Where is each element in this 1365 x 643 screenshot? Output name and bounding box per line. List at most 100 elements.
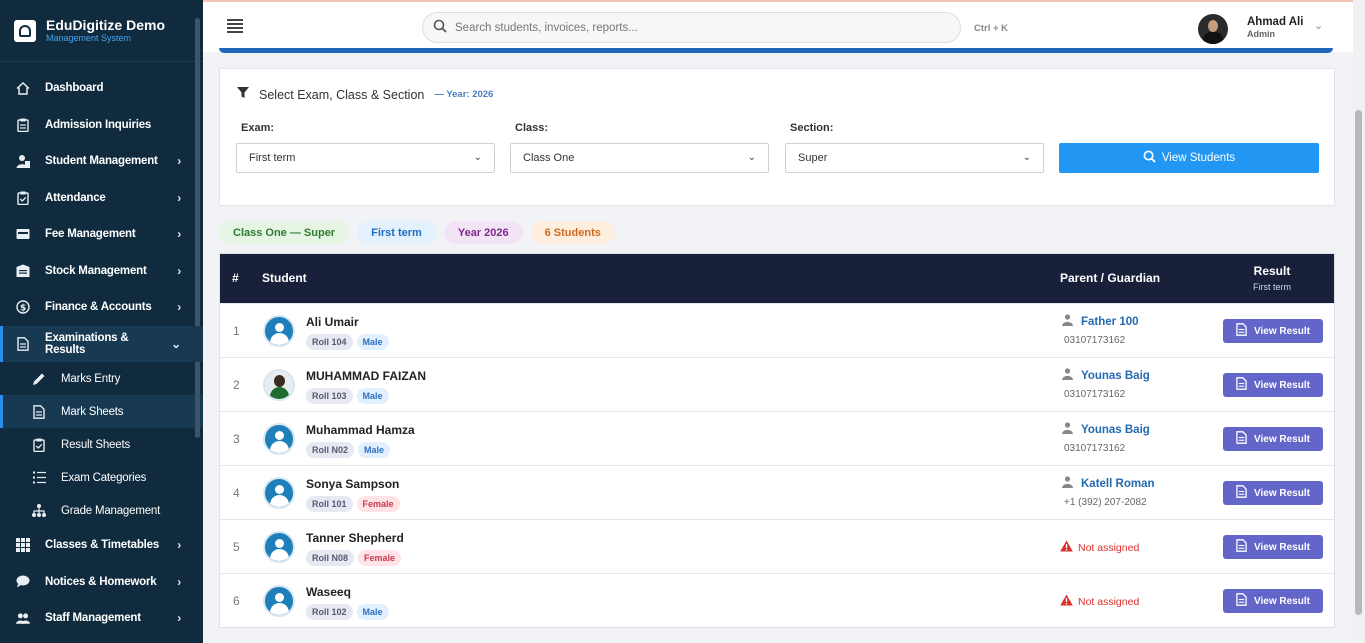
roll-badge: Roll 101: [306, 496, 353, 512]
sidebar-subitem-label: Marks Entry: [61, 372, 121, 385]
guardian-not-assigned: Not assigned: [1060, 540, 1139, 555]
col-result: Result First term: [1230, 264, 1314, 292]
sidebar-item-finance-accounts[interactable]: $ Finance & Accounts ›: [0, 289, 203, 326]
brand-title: EduDigitize Demo: [46, 17, 166, 33]
clipboard-icon: [16, 118, 30, 132]
chevron-right-icon: ›: [177, 611, 181, 626]
chevron-down-icon: ⌄: [1022, 152, 1031, 163]
sidebar-subitem-marks-entry[interactable]: Marks Entry: [0, 362, 203, 395]
sidebar-item-attendance[interactable]: Attendance ›: [0, 180, 203, 217]
view-result-button[interactable]: View Result: [1223, 373, 1323, 397]
gender-badge: Male: [356, 334, 389, 350]
sidebar-item-label: Examinations & Results: [45, 331, 129, 356]
gender-badge: Male: [356, 604, 389, 620]
summary-chip: Class One — Super: [219, 221, 350, 244]
document-icon: [1236, 431, 1247, 447]
student-tags: Roll 103 Male: [306, 388, 393, 404]
document-icon: [1236, 539, 1247, 555]
sidebar-item-examinations-results[interactable]: Examinations & Results ⌄: [0, 325, 203, 362]
sidebar-item-classes-timetables[interactable]: Classes & Timetables ›: [0, 527, 203, 564]
page-scrollbar[interactable]: [1353, 0, 1365, 643]
sidebar-item-label: Stock Management: [45, 264, 147, 277]
search-input[interactable]: [455, 21, 915, 34]
sitemap-icon: [32, 504, 46, 517]
warning-icon: [1060, 540, 1073, 555]
sidebar-item-admission-inquiries[interactable]: Admission Inquiries: [0, 107, 203, 144]
view-result-label: View Result: [1254, 487, 1310, 499]
student-avatar: [263, 585, 295, 617]
user-name[interactable]: Ahmad Ali: [1247, 16, 1303, 28]
chevron-down-icon: ⌄: [473, 152, 482, 163]
student-name[interactable]: Waseeq: [306, 585, 351, 599]
student-name[interactable]: Muhammad Hamza: [306, 423, 415, 437]
view-result-button[interactable]: View Result: [1223, 319, 1323, 343]
clipboard-check-icon: [32, 438, 46, 452]
guardian-icon: [1062, 314, 1073, 329]
view-result-button[interactable]: View Result: [1223, 481, 1323, 505]
section-select[interactable]: Super ⌄: [785, 143, 1044, 173]
sidebar-item-dashboard[interactable]: Dashboard: [0, 70, 203, 107]
student-tags: Roll N02 Male: [306, 442, 394, 458]
sidebar-item-student-management[interactable]: Student Management ›: [0, 143, 203, 180]
sidebar-subitem-grade-management[interactable]: Grade Management: [0, 494, 203, 527]
chevron-right-icon: ›: [177, 574, 181, 589]
roll-badge: Roll 104: [306, 334, 353, 350]
exam-select[interactable]: First term ⌄: [236, 143, 495, 173]
grid-icon: [16, 538, 30, 553]
table-row: 6 Waseeq Roll 102 Male Not assigned View Resu…: [220, 573, 1334, 627]
chevron-down-icon[interactable]: ⌄: [1314, 19, 1323, 32]
search-shortcut: Ctrl + K: [974, 23, 1009, 34]
guardian-name[interactable]: Katell Roman: [1062, 476, 1155, 491]
brand[interactable]: EduDigitize Demo Management System: [0, 0, 203, 62]
view-students-button[interactable]: View Students: [1059, 143, 1319, 173]
view-students-label: View Students: [1161, 152, 1236, 164]
guardian-phone: 03107173162: [1064, 335, 1126, 346]
guardian-name[interactable]: Younas Baig: [1062, 368, 1150, 383]
sidebar-item-stock-management[interactable]: Stock Management ›: [0, 253, 203, 290]
menu-toggle-icon[interactable]: [227, 19, 243, 33]
guardian-phone: 03107173162: [1064, 389, 1126, 400]
col-result-sub: First term: [1253, 282, 1291, 292]
sidebar-item-label: Admission Inquiries: [45, 118, 152, 131]
student-name[interactable]: Ali Umair: [306, 315, 359, 329]
guardian-name[interactable]: Father 100: [1062, 314, 1139, 329]
guardian-icon: [1062, 422, 1073, 437]
class-select[interactable]: Class One ⌄: [510, 143, 769, 173]
guardian-phone: 03107173162: [1064, 443, 1126, 454]
search-box[interactable]: [422, 12, 961, 43]
student-name[interactable]: MUHAMMAD FAIZAN: [306, 369, 426, 383]
view-result-button[interactable]: View Result: [1223, 589, 1323, 613]
col-guardian: Parent / Guardian: [1060, 271, 1161, 285]
warehouse-icon: [16, 264, 30, 278]
gender-badge: Male: [356, 388, 389, 404]
student-name[interactable]: Sonya Sampson: [306, 477, 399, 491]
topbar: Ctrl + K Ahmad Ali Admin ⌄: [203, 0, 1353, 52]
sidebar-subitem-mark-sheets[interactable]: Mark Sheets: [0, 395, 203, 428]
not-assigned-text: Not assigned: [1078, 541, 1140, 554]
gender-badge: Male: [358, 442, 391, 458]
sidebar-subitem-exam-categories[interactable]: Exam Categories: [0, 461, 203, 494]
guardian-info: Younas Baig 03107173162: [1062, 422, 1150, 454]
sidebar-subitem-result-sheets[interactable]: Result Sheets: [0, 428, 203, 461]
guardian-info: Younas Baig 03107173162: [1062, 368, 1150, 400]
section-label: Section:: [790, 122, 834, 134]
svg-text:$: $: [20, 304, 26, 314]
file-icon: [16, 336, 30, 351]
sidebar-item-fee-management[interactable]: Fee Management ›: [0, 216, 203, 253]
clipboard-check-icon: [16, 191, 30, 205]
view-result-button[interactable]: View Result: [1223, 535, 1323, 559]
sidebar: EduDigitize Demo Management System Dashb…: [0, 0, 203, 643]
guardian-name[interactable]: Younas Baig: [1062, 422, 1150, 437]
sidebar-item-notices-homework[interactable]: Notices & Homework ›: [0, 564, 203, 601]
guardian-name-text: Katell Roman: [1081, 477, 1155, 490]
guardian-name-text: Father 100: [1081, 315, 1139, 328]
warning-icon: [1060, 594, 1073, 609]
user-avatar[interactable]: [1198, 14, 1228, 44]
class-label: Class:: [515, 122, 549, 134]
sidebar-item-staff-management[interactable]: Staff Management ›: [0, 600, 203, 637]
view-result-button[interactable]: View Result: [1223, 427, 1323, 451]
filter-icon: [237, 87, 249, 102]
sidebar-item-label: Attendance: [45, 191, 106, 204]
student-name[interactable]: Tanner Shepherd: [306, 531, 404, 545]
search-icon: [1143, 150, 1156, 166]
